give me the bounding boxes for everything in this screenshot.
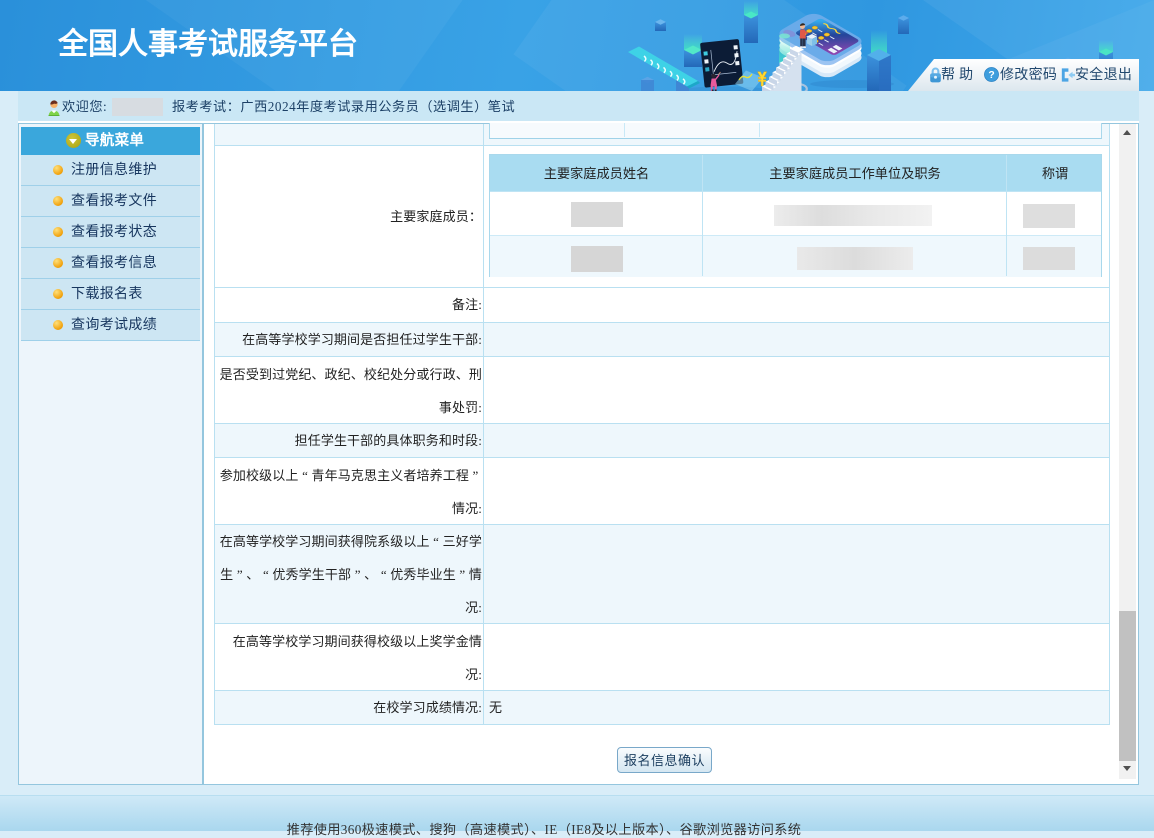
svg-text:?: ? (988, 70, 994, 81)
